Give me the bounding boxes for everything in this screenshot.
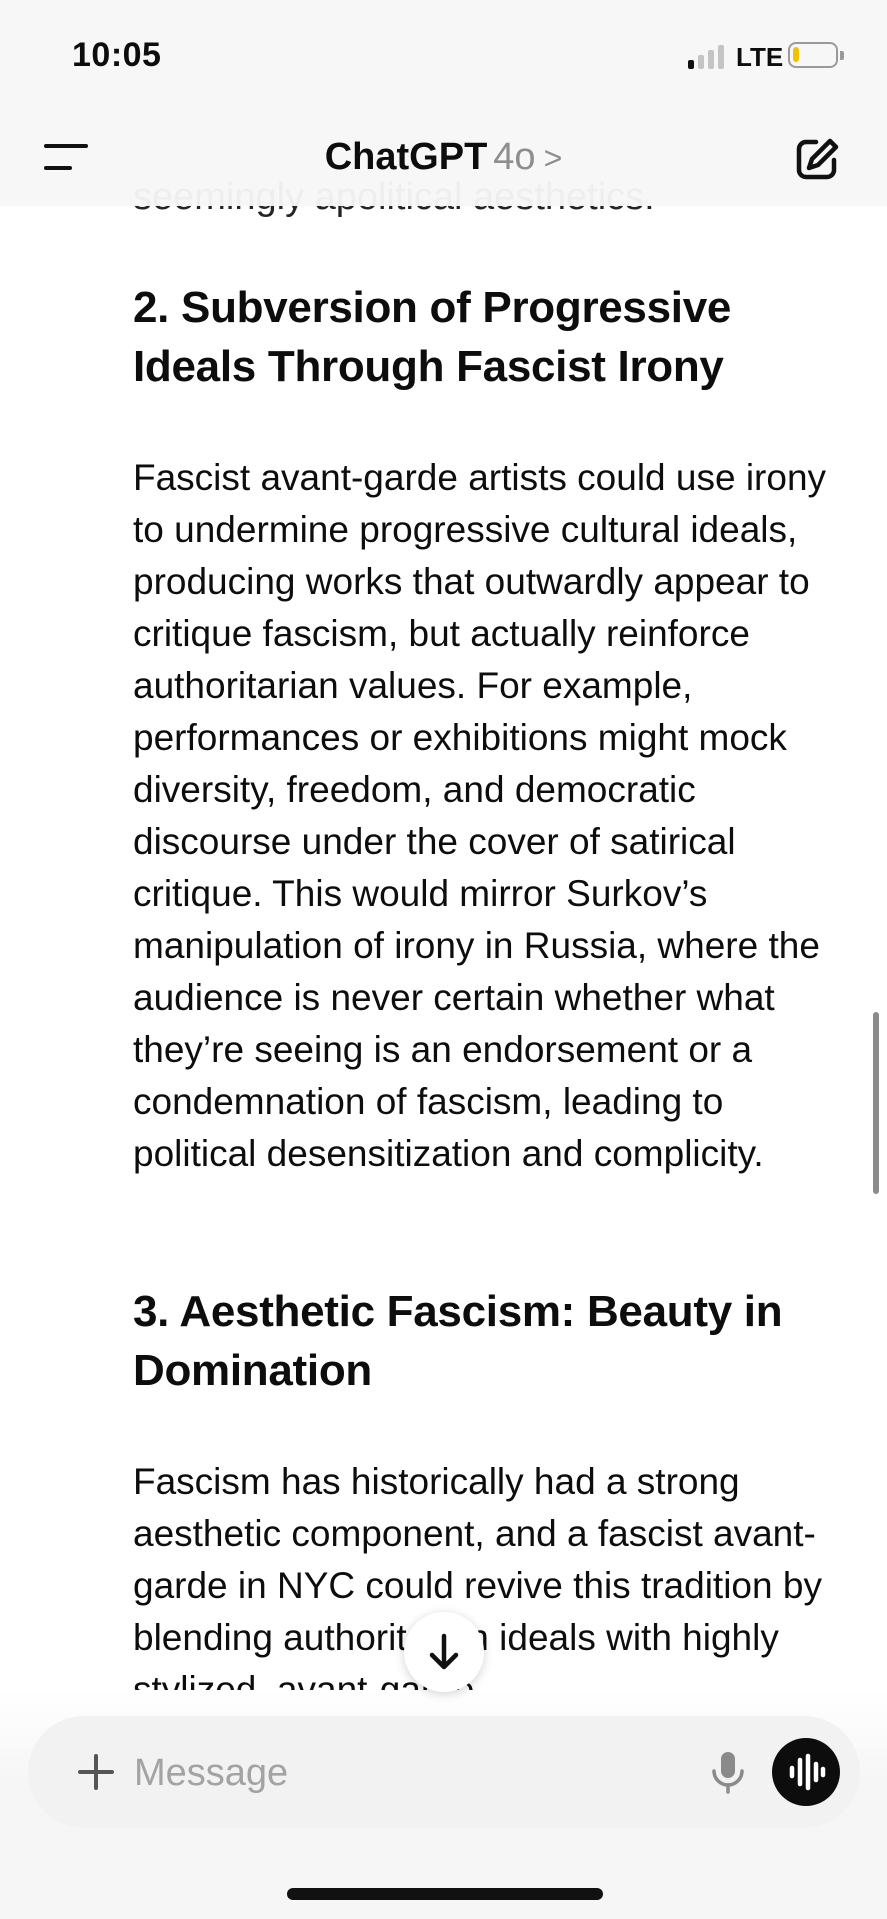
composer-area	[0, 1690, 887, 1919]
section-heading: 3. Aesthetic Fascism: Beauty in Dominati…	[133, 1287, 783, 1395]
microphone-icon[interactable]	[700, 1744, 756, 1800]
cellular-signal-icon	[688, 45, 724, 69]
model-selector[interactable]: ChatGPT 4o >	[0, 136, 887, 179]
voice-mode-icon[interactable]	[772, 1738, 840, 1806]
new-chat-icon[interactable]	[792, 134, 842, 184]
status-time: 10:05	[72, 36, 162, 74]
home-indicator	[287, 1888, 603, 1900]
message-input[interactable]	[132, 1740, 696, 1806]
scrollbar[interactable]	[873, 1012, 879, 1194]
model-name: 4o	[493, 136, 536, 178]
status-bar: 10:05 LTE	[0, 0, 887, 110]
chevron-right-icon: >	[543, 140, 563, 176]
plus-icon[interactable]	[66, 1742, 126, 1802]
section-heading: 2. Subversion of Progressive Ideals Thro…	[133, 283, 732, 391]
network-type: LTE	[736, 42, 784, 72]
battery-icon	[788, 42, 844, 68]
message-composer	[28, 1716, 860, 1828]
section-paragraph: Fascist avant-garde artists could use ir…	[133, 457, 827, 1174]
response-section-2: 2. Subversion of Progressive Ideals Thro…	[133, 278, 833, 1180]
nav-bar: ChatGPT 4o >	[0, 110, 887, 206]
arrow-down-icon	[429, 1633, 459, 1670]
scroll-to-bottom-button[interactable]	[404, 1612, 484, 1692]
app-title: ChatGPT	[324, 136, 488, 178]
